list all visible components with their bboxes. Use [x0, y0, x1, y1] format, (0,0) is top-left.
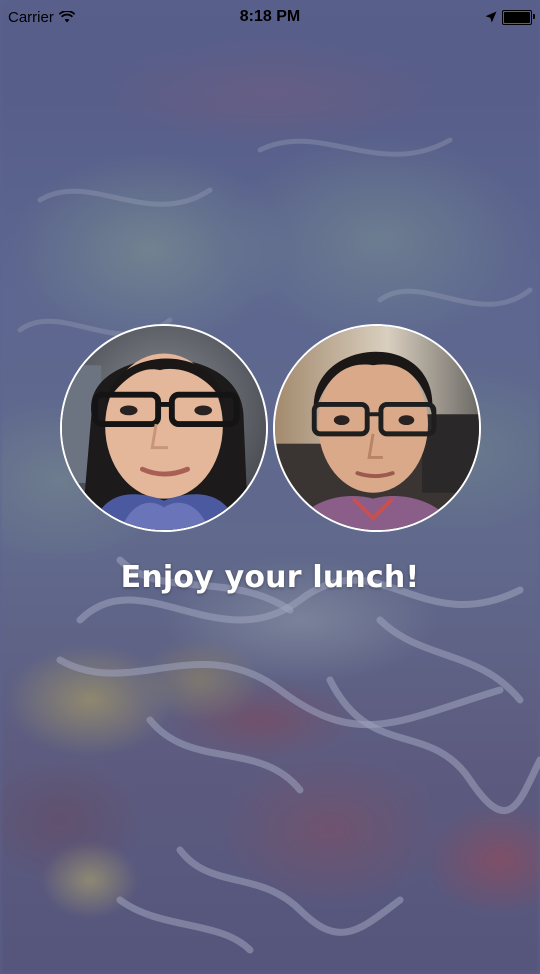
man-photo-icon	[275, 326, 479, 530]
status-left: Carrier	[8, 9, 148, 26]
battery-icon	[502, 9, 535, 25]
location-arrow-icon	[485, 11, 497, 23]
matched-users	[58, 324, 484, 536]
status-time: 8:18 PM	[239, 8, 301, 25]
enjoy-lunch-message: Enjoy your lunch!	[120, 560, 420, 595]
status-bar: Carrier 8:18 PM	[0, 0, 540, 34]
avatar-woman[interactable]	[60, 324, 268, 532]
avatar-man[interactable]	[273, 324, 481, 532]
wifi-icon	[58, 11, 75, 23]
woman-photo-icon	[62, 326, 266, 530]
lunch-match-screen: Carrier 8:18 PM Enjoy your lunch!	[0, 0, 540, 974]
carrier-label: Carrier	[8, 8, 54, 26]
status-right	[392, 9, 535, 25]
battery-level	[504, 11, 530, 23]
